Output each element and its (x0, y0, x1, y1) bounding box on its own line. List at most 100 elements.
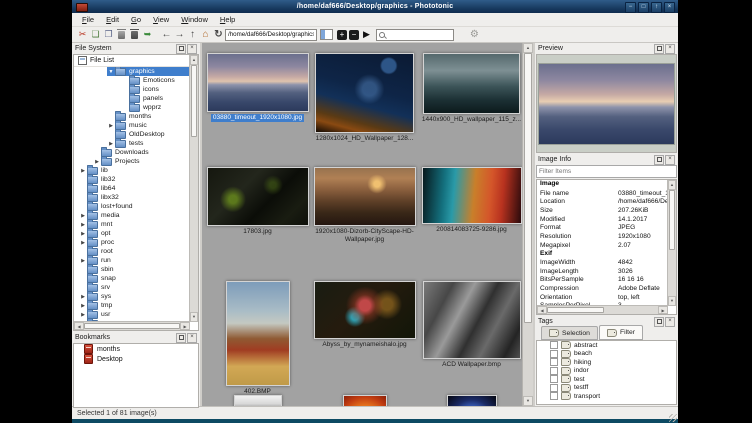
expander-right-icon[interactable]: ▶ (107, 141, 115, 147)
scrollbar-thumb[interactable] (191, 65, 197, 137)
file-list-entry[interactable]: File List (74, 55, 198, 67)
thumbnail-image[interactable] (423, 53, 520, 114)
float-panel-button[interactable] (654, 155, 664, 165)
tab-selection[interactable]: Selection (541, 326, 598, 340)
thumbnail[interactable] (234, 395, 282, 406)
thumbnail-image[interactable] (314, 167, 416, 226)
tree-item[interactable]: ▶run (79, 256, 190, 265)
close-panel-button[interactable]: × (665, 44, 675, 54)
expander-down-icon[interactable]: ▼ (107, 69, 115, 75)
menu-help[interactable]: Help (214, 13, 241, 26)
delete-permanently-button[interactable] (128, 28, 141, 42)
tag-item[interactable]: hiking (537, 358, 676, 367)
float-panel-button[interactable] (654, 317, 664, 327)
tree-item[interactable]: ▶usr (79, 310, 190, 319)
close-panel-button[interactable]: × (665, 317, 675, 327)
shade-button[interactable]: ↑ (651, 2, 662, 13)
delete-button[interactable] (115, 28, 128, 42)
up-button[interactable]: ↑ (186, 28, 199, 42)
expander-right-icon[interactable]: ▶ (79, 222, 87, 228)
tree-item[interactable]: wpprz (121, 103, 190, 112)
tree-item[interactable]: sbin (79, 265, 190, 274)
tree-item[interactable]: lib32 (79, 175, 190, 184)
info-filter-input[interactable] (536, 165, 677, 178)
thumbnail-image[interactable] (447, 395, 497, 406)
expander-right-icon[interactable]: ▶ (79, 303, 87, 309)
close-button[interactable]: × (664, 2, 675, 13)
scroll-right-icon[interactable]: ▶ (180, 322, 190, 330)
copy-button[interactable]: ❏ (89, 28, 102, 42)
thumbnail[interactable]: 03880_timeout_1920x1080.jpg (207, 53, 309, 122)
expander-right-icon[interactable]: ▶ (79, 213, 87, 219)
tree-vertical-scrollbar[interactable]: ▲ ▼ (189, 55, 198, 322)
scroll-left-icon[interactable]: ◀ (537, 306, 547, 314)
paste-button[interactable]: ❐ (102, 28, 115, 42)
menu-window[interactable]: Window (175, 13, 214, 26)
bookmark-item[interactable]: months (74, 344, 198, 354)
tree-item[interactable]: ▶tests (107, 139, 190, 148)
scroll-right-icon[interactable]: ▶ (658, 306, 668, 314)
tree-item[interactable]: ▶Projects (93, 157, 190, 166)
tree-item[interactable]: ▼graphics (107, 67, 190, 76)
home-button[interactable]: ⌂ (199, 28, 212, 42)
expander-right-icon[interactable]: ▶ (79, 258, 87, 264)
tag-item[interactable]: abstract (537, 341, 676, 350)
scroll-up-icon[interactable]: ▲ (668, 180, 676, 190)
refresh-button[interactable]: ↻ (212, 28, 225, 42)
expander-right-icon[interactable]: ▶ (107, 123, 115, 129)
thumbnail[interactable] (447, 395, 497, 406)
path-input[interactable] (225, 29, 317, 41)
thumbnail[interactable]: 1280x1024_HD_Wallpaper_128... (315, 53, 414, 143)
menu-view[interactable]: View (147, 13, 175, 26)
thumb-enlarge-button[interactable]: + (337, 30, 347, 40)
forward-button[interactable]: → (173, 28, 186, 42)
float-panel-button[interactable] (654, 44, 664, 54)
thumbnail-image[interactable] (234, 395, 282, 406)
scroll-down-icon[interactable]: ▼ (523, 396, 533, 406)
tree-item[interactable]: ▶proc (79, 238, 190, 247)
float-panel-button[interactable] (176, 333, 186, 343)
tree-item[interactable]: Downloads (93, 148, 190, 157)
thumbnail-image[interactable] (423, 281, 521, 359)
bookmark-item[interactable]: Desktop (74, 354, 198, 364)
tag-item[interactable]: beach (537, 350, 676, 359)
expander-right-icon[interactable]: ▶ (79, 312, 87, 318)
minimize-button[interactable]: − (625, 2, 636, 13)
tree-item[interactable]: root (79, 247, 190, 256)
scrollbar-thumb[interactable] (547, 307, 604, 313)
expander-right-icon[interactable]: ▶ (79, 168, 87, 174)
thumbnail[interactable]: Abyss_by_mynameishalo.jpg (314, 281, 416, 349)
info-vertical-scrollbar[interactable]: ▲ ▼ (667, 180, 676, 306)
menu-file[interactable]: File (76, 13, 100, 26)
tree-item[interactable]: lib64 (79, 184, 190, 193)
tree-item[interactable]: ▶lib (79, 166, 190, 175)
thumbnail-image[interactable] (343, 395, 387, 406)
tag-checkbox[interactable] (550, 367, 558, 375)
expander-right-icon[interactable]: ▶ (79, 294, 87, 300)
scrollbar-thumb[interactable] (84, 323, 180, 329)
grid-vertical-scrollbar[interactable]: ▲ ▼ (522, 43, 533, 406)
menu-edit[interactable]: Edit (100, 13, 125, 26)
expander-right-icon[interactable]: ▶ (79, 231, 87, 237)
scrollbar-thumb[interactable] (524, 53, 532, 323)
scroll-up-icon[interactable]: ▲ (523, 43, 533, 53)
thumbnail[interactable]: ACD Wallpaper.bmp (423, 281, 521, 369)
expander-right-icon[interactable]: ▶ (79, 240, 87, 246)
info-horizontal-scrollbar[interactable]: ◀ ▶ (537, 305, 668, 314)
tab-filter[interactable]: Filter (599, 325, 643, 340)
expander-right-icon[interactable]: ▶ (93, 159, 101, 165)
search-input[interactable] (377, 30, 453, 40)
scroll-down-icon[interactable]: ▼ (668, 296, 676, 306)
tree-item[interactable]: lost+found (79, 202, 190, 211)
close-panel-button[interactable]: × (187, 44, 197, 54)
tag-checkbox[interactable] (550, 341, 558, 349)
thumbnail-image[interactable] (314, 281, 416, 339)
thumbnail-image[interactable] (422, 167, 522, 224)
thumbnail-image[interactable] (207, 53, 309, 112)
menu-go[interactable]: Go (125, 13, 147, 26)
tree-item[interactable]: ▶media (79, 211, 190, 220)
tree-item[interactable]: ▶tmp (79, 301, 190, 310)
thumbnail[interactable]: 1920x1080-Dizorb-CityScape-HD- Wallpaper… (314, 167, 416, 244)
scroll-down-icon[interactable]: ▼ (190, 312, 198, 322)
scrollbar-thumb[interactable] (669, 190, 675, 250)
